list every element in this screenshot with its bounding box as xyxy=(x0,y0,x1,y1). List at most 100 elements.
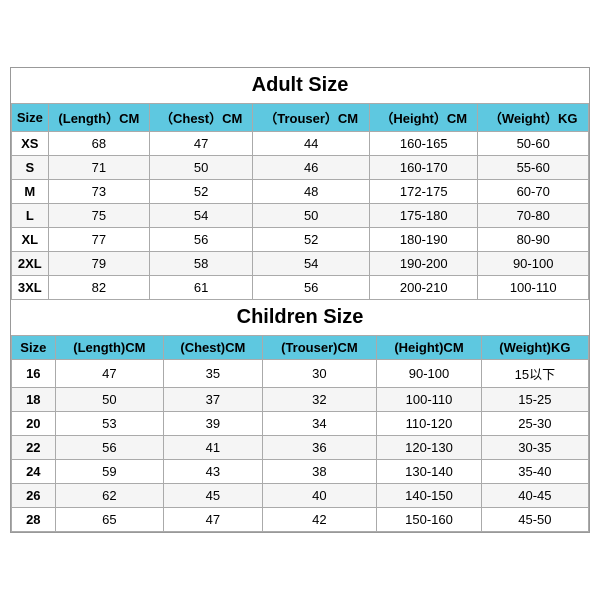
adult-table-header: Size(Length）CM（Chest）CM（Trouser）CM（Heigh… xyxy=(12,104,589,132)
table-cell: 120-130 xyxy=(377,436,482,460)
children-header-cell: Size xyxy=(12,336,56,360)
table-cell: 175-180 xyxy=(370,204,478,228)
table-cell: 77 xyxy=(48,228,149,252)
table-cell: 38 xyxy=(262,460,377,484)
children-table-header: Size(Length)CM(Chest)CM(Trouser)CM(Heigh… xyxy=(12,336,589,360)
adult-size-title: Adult Size xyxy=(11,68,589,103)
table-cell: 37 xyxy=(164,388,262,412)
table-cell: 54 xyxy=(150,204,253,228)
table-cell: 47 xyxy=(164,508,262,532)
table-cell: 35 xyxy=(164,360,262,388)
table-cell: 100-110 xyxy=(377,388,482,412)
table-cell: 110-120 xyxy=(377,412,482,436)
children-header-cell: (Chest)CM xyxy=(164,336,262,360)
table-cell: 82 xyxy=(48,276,149,300)
table-cell: 20 xyxy=(12,412,56,436)
table-cell: 58 xyxy=(150,252,253,276)
table-cell: L xyxy=(12,204,49,228)
children-size-table: Size(Length)CM(Chest)CM(Trouser)CM(Heigh… xyxy=(11,335,589,532)
table-cell: 68 xyxy=(48,132,149,156)
table-row: L755450175-18070-80 xyxy=(12,204,589,228)
table-cell: 43 xyxy=(164,460,262,484)
table-cell: 70-80 xyxy=(478,204,589,228)
table-cell: 39 xyxy=(164,412,262,436)
table-cell: 35-40 xyxy=(481,460,588,484)
table-cell: 25-30 xyxy=(481,412,588,436)
table-cell: 50-60 xyxy=(478,132,589,156)
table-cell: 41 xyxy=(164,436,262,460)
table-row: 26624540140-15040-45 xyxy=(12,484,589,508)
table-cell: 40 xyxy=(262,484,377,508)
adult-header-cell: Size xyxy=(12,104,49,132)
table-cell: 100-110 xyxy=(478,276,589,300)
table-cell: 160-170 xyxy=(370,156,478,180)
table-row: M735248172-17560-70 xyxy=(12,180,589,204)
table-cell: 2XL xyxy=(12,252,49,276)
table-cell: 50 xyxy=(253,204,370,228)
children-size-title: Children Size xyxy=(11,300,589,335)
table-cell: 30-35 xyxy=(481,436,588,460)
table-cell: 44 xyxy=(253,132,370,156)
table-cell: 3XL xyxy=(12,276,49,300)
table-cell: 48 xyxy=(253,180,370,204)
table-cell: 60-70 xyxy=(478,180,589,204)
adult-header-cell: （Chest）CM xyxy=(150,104,253,132)
table-cell: 22 xyxy=(12,436,56,460)
table-cell: 160-165 xyxy=(370,132,478,156)
table-cell: 56 xyxy=(253,276,370,300)
table-cell: 50 xyxy=(55,388,164,412)
table-row: 2XL795854190-20090-100 xyxy=(12,252,589,276)
adult-size-table: Size(Length）CM（Chest）CM（Trouser）CM（Heigh… xyxy=(11,103,589,300)
table-cell: 36 xyxy=(262,436,377,460)
children-table-body: 1647353090-10015以下18503732100-11015-2520… xyxy=(12,360,589,532)
table-cell: 47 xyxy=(55,360,164,388)
table-cell: XS xyxy=(12,132,49,156)
table-cell: 56 xyxy=(55,436,164,460)
table-cell: 90-100 xyxy=(377,360,482,388)
table-cell: 172-175 xyxy=(370,180,478,204)
table-cell: 75 xyxy=(48,204,149,228)
table-cell: 140-150 xyxy=(377,484,482,508)
table-cell: 30 xyxy=(262,360,377,388)
table-cell: 79 xyxy=(48,252,149,276)
adult-header-cell: (Length）CM xyxy=(48,104,149,132)
table-cell: 16 xyxy=(12,360,56,388)
table-cell: 55-60 xyxy=(478,156,589,180)
table-cell: 40-45 xyxy=(481,484,588,508)
table-cell: S xyxy=(12,156,49,180)
children-header-cell: (Weight)KG xyxy=(481,336,588,360)
table-row: 22564136120-13030-35 xyxy=(12,436,589,460)
table-cell: 45-50 xyxy=(481,508,588,532)
table-row: 3XL826156200-210100-110 xyxy=(12,276,589,300)
table-cell: 24 xyxy=(12,460,56,484)
table-cell: 15-25 xyxy=(481,388,588,412)
table-cell: 80-90 xyxy=(478,228,589,252)
table-cell: 32 xyxy=(262,388,377,412)
table-cell: 54 xyxy=(253,252,370,276)
table-cell: 59 xyxy=(55,460,164,484)
table-cell: 42 xyxy=(262,508,377,532)
table-cell: 26 xyxy=(12,484,56,508)
table-cell: 53 xyxy=(55,412,164,436)
table-cell: 71 xyxy=(48,156,149,180)
table-row: 28654742150-16045-50 xyxy=(12,508,589,532)
table-cell: 28 xyxy=(12,508,56,532)
table-cell: 15以下 xyxy=(481,360,588,388)
children-header-cell: (Height)CM xyxy=(377,336,482,360)
table-row: XL775652180-19080-90 xyxy=(12,228,589,252)
table-cell: 45 xyxy=(164,484,262,508)
table-row: 18503732100-11015-25 xyxy=(12,388,589,412)
table-cell: XL xyxy=(12,228,49,252)
children-header-cell: (Length)CM xyxy=(55,336,164,360)
adult-header-cell: （Trouser）CM xyxy=(253,104,370,132)
table-row: 24594338130-14035-40 xyxy=(12,460,589,484)
table-cell: 47 xyxy=(150,132,253,156)
table-cell: 130-140 xyxy=(377,460,482,484)
table-cell: 52 xyxy=(253,228,370,252)
children-header-cell: (Trouser)CM xyxy=(262,336,377,360)
table-row: S715046160-17055-60 xyxy=(12,156,589,180)
table-cell: 65 xyxy=(55,508,164,532)
table-cell: 34 xyxy=(262,412,377,436)
table-cell: 73 xyxy=(48,180,149,204)
table-cell: 18 xyxy=(12,388,56,412)
